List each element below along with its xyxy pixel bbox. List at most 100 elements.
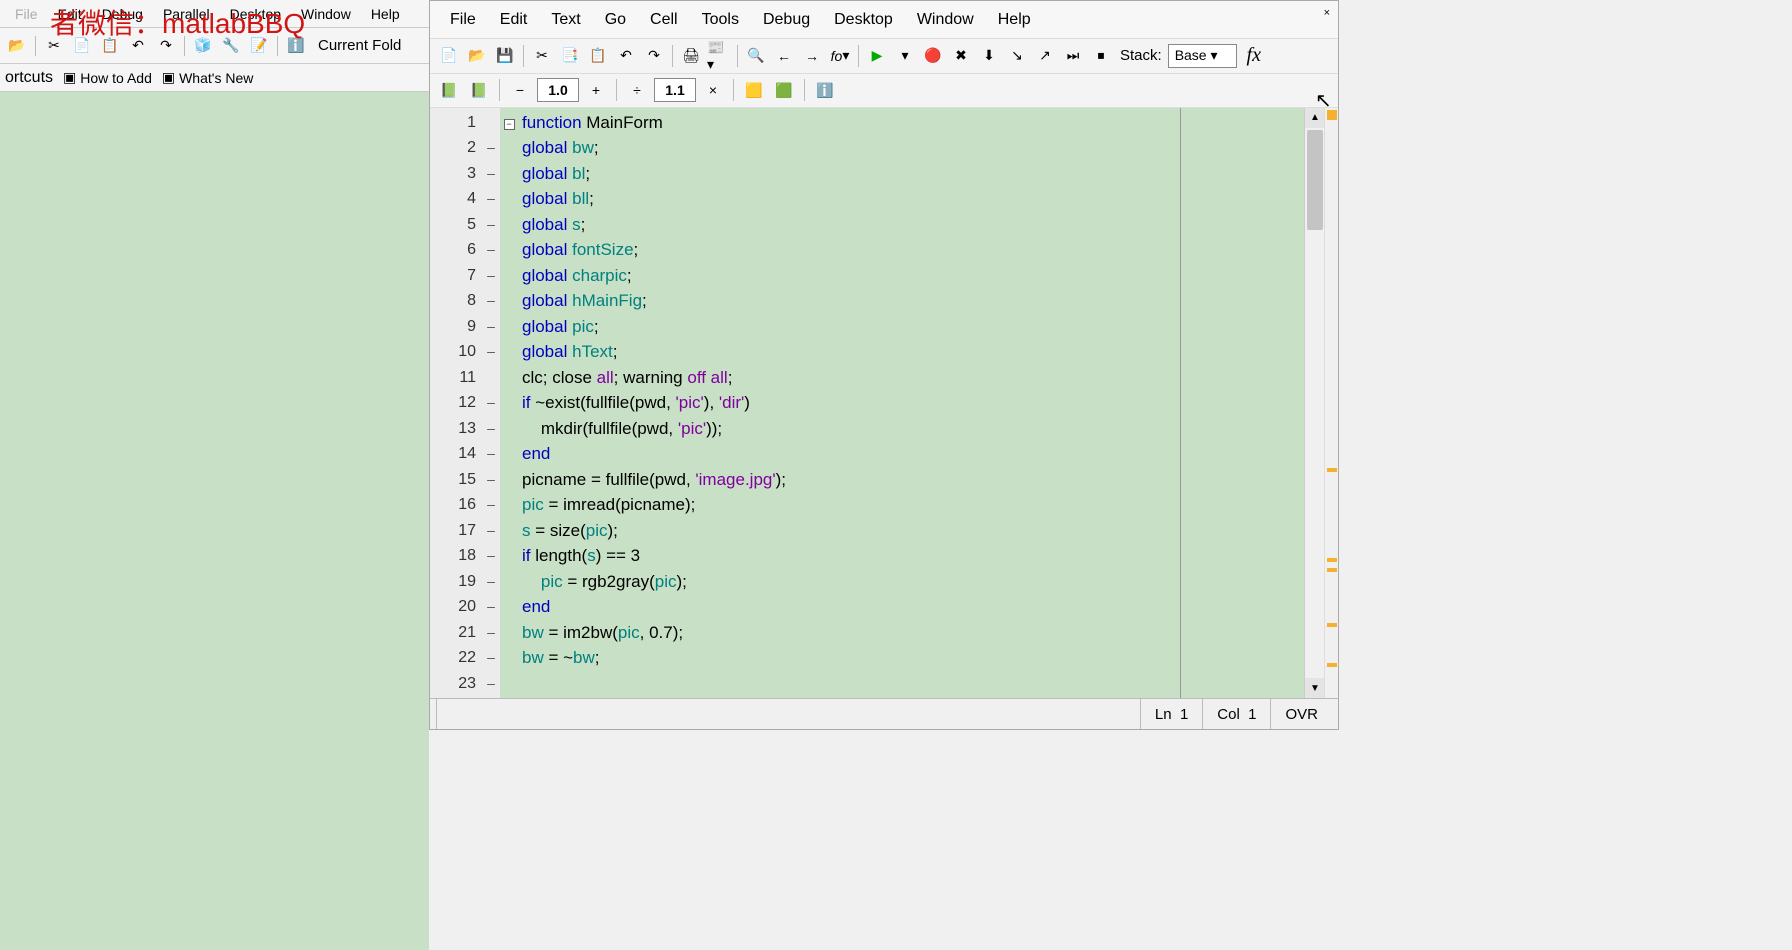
editor-menu-text[interactable]: Text <box>539 5 592 35</box>
info-icon[interactable]: ℹ️ <box>812 77 838 103</box>
cell-toolbar: 📗 📗 − + ÷ × 🟨 🟩 ℹ️ <box>430 74 1338 108</box>
separator <box>616 79 617 101</box>
run-icon[interactable]: ▶ <box>864 43 890 69</box>
open-folder-icon[interactable]: 📂 <box>5 34 29 58</box>
editor-window: File Edit Text Go Cell Tools Debug Deskt… <box>429 0 1339 730</box>
separator <box>184 36 185 56</box>
menu-edit[interactable]: Edit <box>48 2 92 26</box>
undo-icon[interactable]: ↶ <box>126 34 150 58</box>
continue-icon[interactable]: ⏭ <box>1060 43 1086 69</box>
status-ovr: OVR <box>1270 699 1332 729</box>
line-number-gutter: 1234567891011121314151617181920212223 <box>430 108 482 699</box>
open-file-icon[interactable]: 📂 <box>464 43 490 69</box>
code-editor[interactable]: function MainFormglobal bw;global bl;glo… <box>518 108 1304 699</box>
function-hint-icon[interactable]: fo▾ <box>827 43 853 69</box>
status-col: Col 1 <box>1202 699 1270 729</box>
fx-icon[interactable]: fx <box>1247 44 1261 67</box>
status-bar: Ln 1 Col 1 OVR <box>430 698 1338 729</box>
menu-desktop[interactable]: Desktop <box>220 2 291 26</box>
current-folder-label: Current Fold <box>312 37 407 54</box>
separator <box>733 79 734 101</box>
undo-icon[interactable]: ↶ <box>613 43 639 69</box>
menu-window[interactable]: Window <box>291 2 361 26</box>
main-toolbar: 📂 ✂ 📄 📋 ↶ ↷ 🧊 🔧 📝 ℹ️ Current Fold <box>0 28 429 64</box>
editor-menu-debug[interactable]: Debug <box>751 5 822 35</box>
cell-multiply-input[interactable] <box>654 78 696 102</box>
menu-help[interactable]: Help <box>361 2 410 26</box>
separator <box>277 36 278 56</box>
minus-icon[interactable]: − <box>507 77 533 103</box>
nav-back-icon[interactable]: ← <box>771 43 797 69</box>
guide-icon[interactable]: 🔧 <box>219 34 243 58</box>
multiply-icon[interactable]: × <box>700 77 726 103</box>
editor-menu-help[interactable]: Help <box>986 5 1043 35</box>
clear-breakpoint-icon[interactable]: ✖ <box>948 43 974 69</box>
redo-icon[interactable]: ↷ <box>154 34 178 58</box>
paste-icon[interactable]: 📋 <box>98 34 122 58</box>
cut-icon[interactable]: ✂ <box>42 34 66 58</box>
copy-icon[interactable]: 📄 <box>70 34 94 58</box>
separator <box>499 79 500 101</box>
menu-debug[interactable]: Debug <box>92 2 153 26</box>
editor-menu-go[interactable]: Go <box>593 5 638 35</box>
redo-icon[interactable]: ↷ <box>641 43 667 69</box>
shortcuts-label: ortcuts <box>5 69 53 87</box>
cut-icon[interactable]: ✂ <box>529 43 555 69</box>
profiler-icon[interactable]: 📝 <box>247 34 271 58</box>
help-icon[interactable]: ℹ️ <box>284 34 308 58</box>
cell-insert-icon[interactable]: 🟨 <box>741 77 767 103</box>
simulink-icon[interactable]: 🧊 <box>191 34 215 58</box>
divide-icon[interactable]: ÷ <box>624 77 650 103</box>
scroll-up-icon[interactable]: ▲ <box>1305 108 1325 128</box>
step-icon[interactable]: ⬇ <box>976 43 1002 69</box>
paste-icon[interactable]: 📋 <box>585 43 611 69</box>
minimize-icon[interactable]: × <box>1324 7 1330 19</box>
editor-menu-cell[interactable]: Cell <box>638 5 690 35</box>
publish-icon[interactable]: 📰▾ <box>706 43 732 69</box>
code-area: 1234567891011121314151617181920212223 ––… <box>430 108 1338 699</box>
cell-eval-advance-icon[interactable]: 📗 <box>466 77 492 103</box>
split-line[interactable] <box>1180 108 1181 699</box>
new-file-icon[interactable]: 📄 <box>436 43 462 69</box>
cell-eval-icon[interactable]: 📗 <box>436 77 462 103</box>
stop-debug-icon[interactable]: ⏹ <box>1088 43 1114 69</box>
menu-parallel[interactable]: Parallel <box>153 2 220 26</box>
editor-menubar: File Edit Text Go Cell Tools Debug Deskt… <box>430 1 1338 39</box>
main-menubar: File Edit Debug Parallel Desktop Window … <box>0 0 429 28</box>
run-config-icon[interactable]: ▾ <box>892 43 918 69</box>
fold-column[interactable]: − <box>500 108 518 699</box>
scroll-down-icon[interactable]: ▼ <box>1305 678 1325 698</box>
shortcuts-bar: ortcuts ▣How to Add ▣What's New <box>0 64 429 92</box>
breakpoint-column[interactable]: ––––––––––––––––––––– <box>482 108 500 699</box>
print-icon[interactable]: 🖨 <box>678 43 704 69</box>
editor-menu-tools[interactable]: Tools <box>690 5 751 35</box>
separator <box>672 45 673 67</box>
shortcut-how-to-add[interactable]: ▣How to Add <box>63 69 152 86</box>
menu-file-obscured[interactable]: File <box>5 2 48 26</box>
editor-menu-window[interactable]: Window <box>905 5 986 35</box>
step-out-icon[interactable]: ↗ <box>1032 43 1058 69</box>
editor-menu-edit[interactable]: Edit <box>488 5 540 35</box>
cell-insert2-icon[interactable]: 🟩 <box>771 77 797 103</box>
separator <box>804 79 805 101</box>
separator <box>523 45 524 67</box>
vertical-scrollbar[interactable]: ▲ ▼ <box>1304 108 1324 699</box>
stack-select[interactable]: Base ▾ <box>1168 44 1237 68</box>
editor-menu-file[interactable]: File <box>438 5 488 35</box>
shortcut-whats-new[interactable]: ▣What's New <box>162 69 253 86</box>
set-breakpoint-icon[interactable]: 🔴 <box>920 43 946 69</box>
save-icon[interactable]: 💾 <box>492 43 518 69</box>
cell-increment-input[interactable] <box>537 78 579 102</box>
step-in-icon[interactable]: ↘ <box>1004 43 1030 69</box>
nav-forward-icon[interactable]: → <box>799 43 825 69</box>
plus-icon[interactable]: + <box>583 77 609 103</box>
scroll-thumb[interactable] <box>1307 130 1323 230</box>
analyzer-status-icon[interactable] <box>1327 110 1337 120</box>
code-analyzer-strip[interactable] <box>1324 108 1338 699</box>
editor-menu-desktop[interactable]: Desktop <box>822 5 905 35</box>
find-icon[interactable]: 🔍 <box>743 43 769 69</box>
separator <box>35 36 36 56</box>
status-line: Ln 1 <box>1140 699 1202 729</box>
stack-label: Stack: <box>1120 47 1162 64</box>
copy-icon[interactable]: 📑 <box>557 43 583 69</box>
